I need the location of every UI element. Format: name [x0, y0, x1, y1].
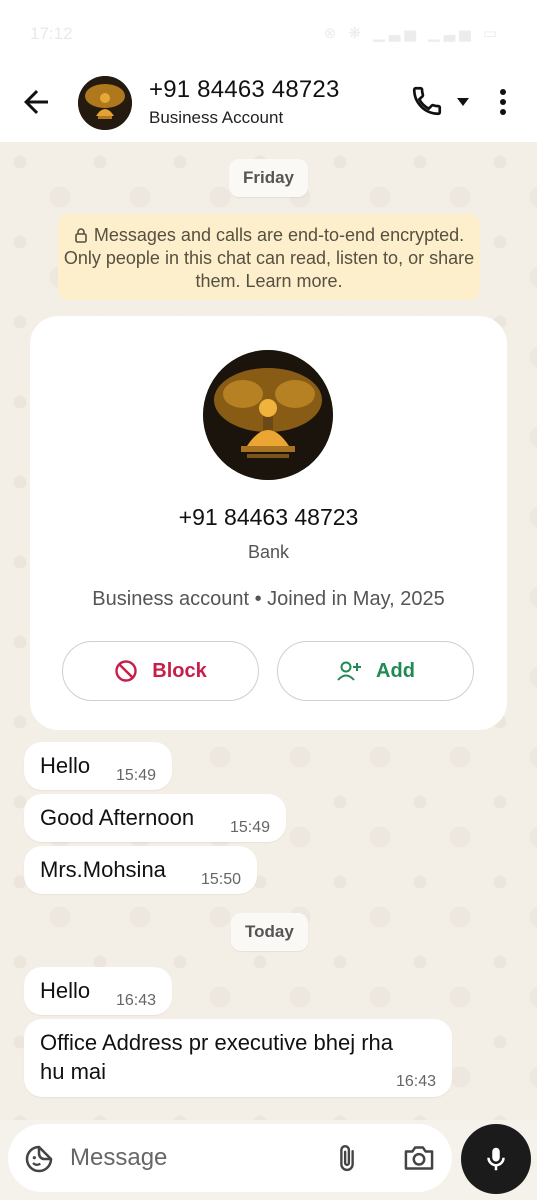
status-time: 17:12	[30, 24, 73, 43]
message-input[interactable]	[70, 1138, 310, 1178]
sticker-button[interactable]	[23, 1143, 55, 1175]
message-time: 15:49	[116, 767, 157, 784]
block-button[interactable]: Block	[62, 641, 259, 701]
block-icon	[115, 660, 137, 682]
back-button[interactable]	[18, 84, 54, 120]
business-profile-card: +91 84463 48723 Bank Business account • …	[30, 316, 507, 730]
caret-down-icon	[457, 98, 469, 106]
sticker-icon	[25, 1145, 53, 1173]
voice-message-button[interactable]	[461, 1124, 531, 1194]
camera-icon	[404, 1146, 434, 1170]
arrow-left-icon	[24, 90, 48, 114]
message-text: Hello	[40, 753, 91, 778]
message-time: 15:49	[230, 819, 271, 836]
date-chip-friday: Friday	[229, 159, 309, 197]
call-options-button[interactable]	[455, 95, 471, 107]
chat-area[interactable]: Friday Messages and calls are end-to-end…	[0, 142, 537, 1120]
message-text: Mrs.Mohsina	[40, 857, 166, 882]
message-text: Good Afternoon	[40, 805, 195, 830]
profile-phone: +91 84463 48723	[178, 504, 359, 530]
message-time: 16:43	[396, 1073, 437, 1090]
contact-subtitle[interactable]: Business Account	[149, 108, 283, 128]
profile-avatar[interactable]	[203, 350, 333, 480]
block-label: Block	[152, 659, 207, 682]
attach-button[interactable]	[332, 1142, 362, 1174]
message-text-line1: Office Address pr executive bhej rha	[40, 1030, 394, 1055]
add-label: Add	[376, 659, 415, 682]
status-bar: 17:12 ⊗ ❋ ▁▃▅ ▁▃▅ ▭	[0, 0, 537, 62]
phone-icon	[412, 86, 442, 116]
add-contact-button[interactable]: Add	[277, 641, 474, 701]
message-bubble[interactable]: Hello 15:49	[24, 742, 172, 790]
microphone-icon	[487, 1147, 505, 1171]
message-text: Hello	[40, 978, 91, 1003]
message-bubble[interactable]: Office Address pr executive bhej rha hu …	[24, 1019, 452, 1097]
profile-category: Bank	[247, 542, 290, 562]
chat-header: +91 84463 48723 Business Account	[0, 62, 537, 142]
message-composer	[8, 1124, 452, 1192]
voice-call-button[interactable]	[410, 84, 444, 118]
contact-avatar[interactable]	[78, 76, 132, 130]
add-person-icon	[337, 661, 362, 681]
date-chip-today: Today	[231, 913, 308, 951]
contact-name[interactable]: +91 84463 48723	[149, 76, 340, 104]
status-icons: ⊗ ❋ ▁▃▅ ▁▃▅ ▭	[323, 25, 501, 42]
message-bubble[interactable]: Hello 16:43	[24, 967, 172, 1015]
more-options-button[interactable]	[492, 86, 514, 120]
encryption-notice-text: Messages and calls are end-to-end encryp…	[63, 225, 475, 291]
message-bubble[interactable]: Mrs.Mohsina 15:50	[24, 846, 257, 894]
profile-meta: Business account • Joined in May, 2025	[92, 588, 445, 610]
camera-button[interactable]	[402, 1143, 436, 1173]
more-vert-icon	[500, 89, 506, 115]
message-time: 15:50	[201, 871, 242, 888]
message-text-line2: hu mai	[40, 1059, 107, 1084]
message-time: 16:43	[116, 992, 157, 1009]
paperclip-icon	[340, 1144, 354, 1171]
encryption-notice[interactable]: Messages and calls are end-to-end encryp…	[58, 214, 480, 300]
message-bubble[interactable]: Good Afternoon 15:49	[24, 794, 286, 842]
lock-icon	[75, 228, 87, 243]
